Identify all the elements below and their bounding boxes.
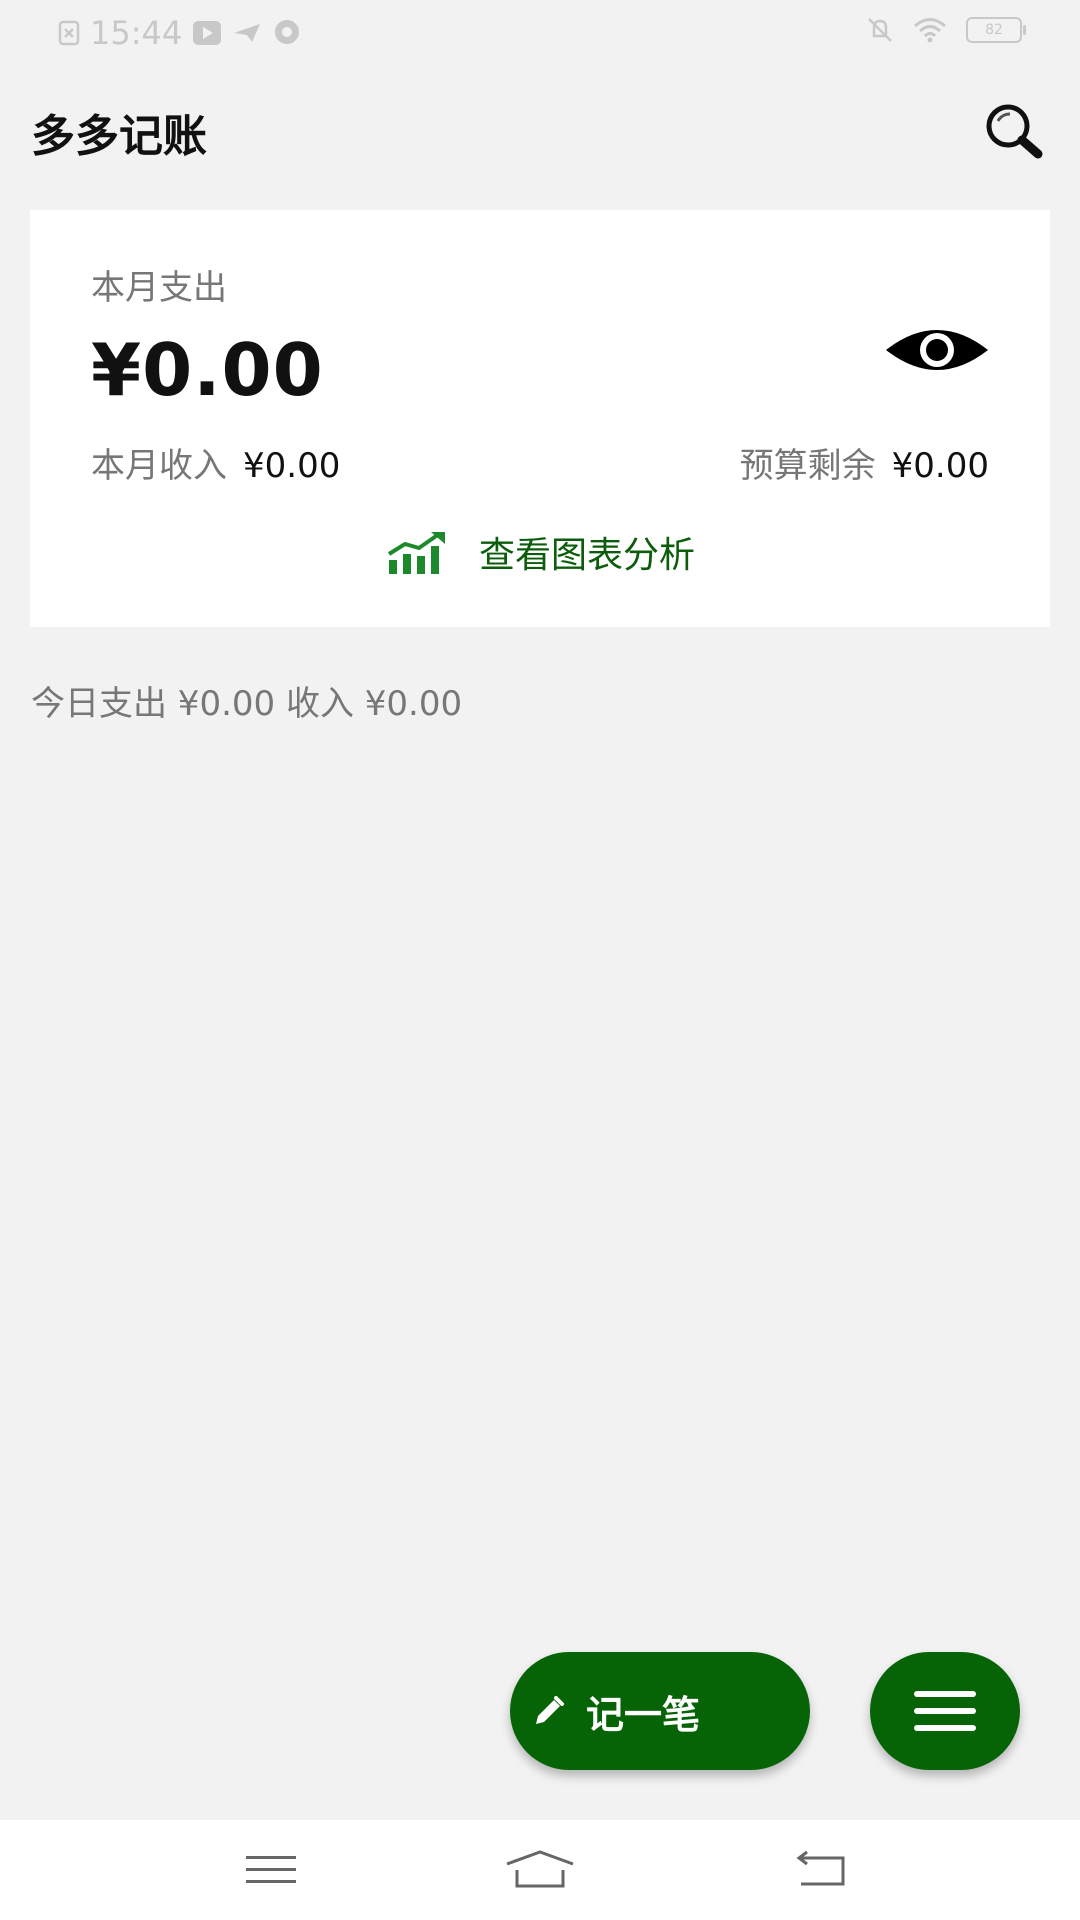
month-income-row: 本月收入 ¥0.00 [91,438,340,487]
video-icon [193,21,222,45]
budget-remaining-row: 预算剩余 ¥0.00 [740,438,989,487]
status-left: 15:44 [58,14,302,52]
eye-icon [886,330,988,370]
status-right: 82 [866,16,1026,44]
search-icon [986,104,1043,159]
app-header: 多多记账 [0,80,1080,180]
search-button[interactable] [980,96,1050,166]
monthly-summary-card: 本月支出 ¥0.00 本月收入 ¥0.00 预算剩余 ¥0.00 查看图表分析 [30,210,1050,627]
toggle-visibility-button[interactable] [882,320,992,380]
send-icon [234,24,261,42]
month-expense-label: 本月支出 [91,268,227,308]
battery-level: 82 [985,22,1003,38]
record-entry-label: 记一笔 [586,1692,701,1737]
menu-icon [914,1691,976,1731]
battery-indicator: 82 [966,17,1026,43]
month-income-value: ¥0.00 [243,446,341,486]
pencil-icon [536,1696,564,1724]
system-navigation-bar [0,1820,1080,1920]
mute-icon [868,18,892,42]
nav-back-button[interactable] [782,1842,862,1898]
app-title: 多多记账 [31,111,207,162]
status-bar: 15:44 82 [0,0,1080,66]
nav-recents-button[interactable] [231,1842,311,1898]
today-summary: 今日支出 ¥0.00 收入 ¥0.00 [31,684,463,724]
chat-icon [275,20,300,44]
budget-remaining-value: ¥0.00 [891,446,989,486]
back-icon [796,1850,845,1886]
month-income-label: 本月收入 [91,446,227,486]
view-chart-analysis-link[interactable]: 查看图表分析 [30,526,1050,578]
bar-chart-trend-icon [387,532,445,574]
sim-icon [58,20,80,46]
home-icon [506,1850,574,1888]
budget-remaining-label: 预算剩余 [739,446,876,486]
record-entry-button[interactable]: 记一笔 [510,1652,810,1770]
month-expense-value: ¥0.00 [91,328,324,412]
nav-home-button[interactable] [500,1842,580,1898]
wifi-icon [914,18,946,43]
status-time: 15:44 [90,14,183,52]
chart-link-label: 查看图表分析 [478,535,695,576]
recents-icon [246,1856,296,1883]
menu-button[interactable] [870,1652,1020,1770]
